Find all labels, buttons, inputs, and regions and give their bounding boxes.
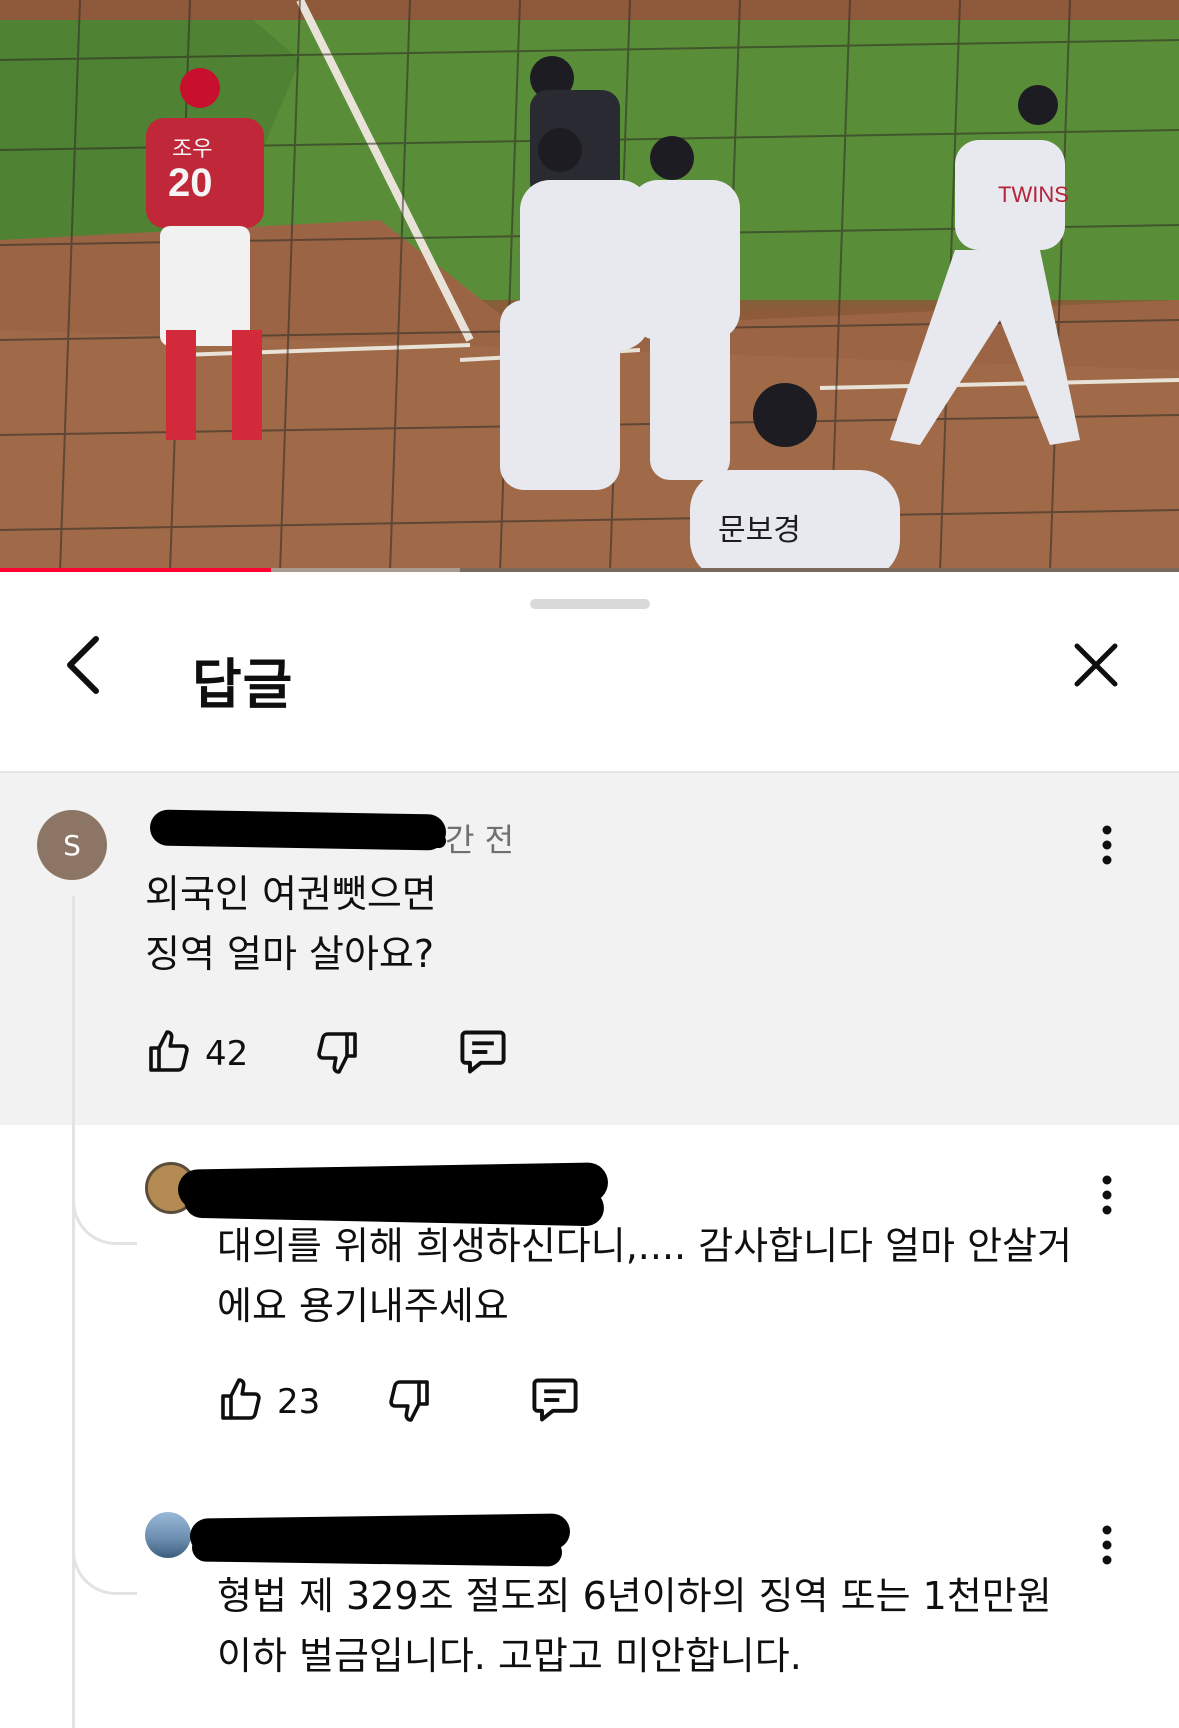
reply-text-line: 이하 벌금입니다. 고맙고 미안합니다. [217, 1634, 802, 1678]
comment-icon [529, 1374, 581, 1430]
avatar[interactable]: S [37, 810, 107, 880]
comment-text-line: 징역 얼마 살아요? [145, 932, 435, 976]
dislike-button[interactable] [313, 1024, 361, 1084]
drag-handle[interactable] [530, 599, 650, 609]
like-count: 42 [205, 1034, 249, 1074]
like-button[interactable]: 23 [217, 1372, 320, 1432]
reply-text-line: 에요 용기내주세요 [217, 1284, 509, 1328]
more-button[interactable] [1087, 1517, 1127, 1577]
thread-connector [72, 1532, 137, 1595]
video-frame: 20 조우 문보경 TWINS [0, 0, 1179, 572]
reply-button[interactable] [457, 1024, 509, 1084]
reply-text-line: 형법 제 329조 절도죄 6년이하의 징역 또는 1천만원 [217, 1574, 1052, 1618]
svg-text:20: 20 [168, 161, 213, 205]
thumbs-up-icon [217, 1376, 265, 1428]
replies-sheet: 답글 S 간 전 외국인 여권뺏으면 징역 얼마 살아요? 42 대의를 위해 … [0, 572, 1179, 1728]
reply-actions: 23 [217, 1372, 617, 1432]
more-vertical-icon [1102, 825, 1112, 869]
redacted-author [296, 834, 446, 848]
dislike-button[interactable] [385, 1372, 433, 1432]
comment-text-line: 외국인 여권뺏으면 [145, 872, 437, 916]
svg-text:문보경: 문보경 [718, 513, 801, 548]
close-button[interactable] [1060, 635, 1132, 699]
comment-icon [457, 1026, 509, 1082]
more-vertical-icon [1102, 1525, 1112, 1569]
sheet-header: 답글 [0, 632, 1179, 742]
thread-connector [72, 1182, 137, 1245]
reply-text-line: 대의를 위해 희생하신다니,.... 감사합니다 얼마 안살거 [217, 1224, 1072, 1268]
svg-text:조우: 조우 [172, 137, 212, 162]
chevron-left-icon [64, 635, 104, 699]
avatar[interactable] [145, 1512, 191, 1558]
thumbs-down-icon [313, 1028, 361, 1080]
video-player[interactable]: 20 조우 문보경 TWINS [0, 0, 1179, 572]
thumbs-down-icon [385, 1376, 433, 1428]
more-button[interactable] [1087, 1167, 1127, 1227]
more-button[interactable] [1087, 817, 1127, 877]
reply-button[interactable] [529, 1372, 581, 1432]
close-icon [1073, 642, 1119, 692]
svg-text:TWINS: TWINS [998, 182, 1069, 207]
comment-time: 간 전 [445, 821, 515, 859]
redacted-author [191, 1533, 563, 1567]
like-count: 23 [277, 1382, 321, 1422]
comment-actions: 42 [145, 1024, 545, 1084]
thread-line [72, 896, 75, 1728]
more-vertical-icon [1102, 1175, 1112, 1219]
back-button[interactable] [52, 635, 116, 699]
like-button[interactable]: 42 [145, 1024, 248, 1084]
thumbs-up-icon [145, 1028, 193, 1080]
sheet-title: 답글 [192, 653, 294, 716]
